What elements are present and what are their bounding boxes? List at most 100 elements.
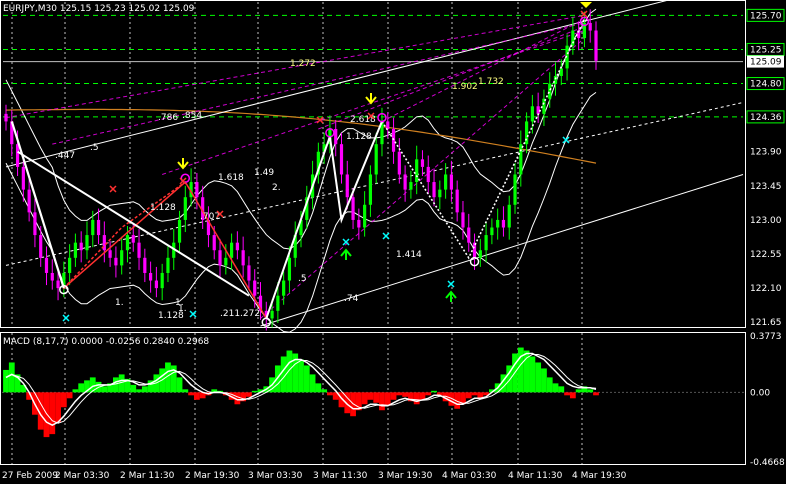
macd-tick-2: -0.4668 [750, 458, 785, 468]
candle-body-7 [44, 257, 49, 273]
red-cross-0 [109, 185, 117, 193]
candle-body-83 [484, 235, 488, 251]
macd-bar-71 [413, 392, 420, 405]
fib-label-12: 1.128 [150, 203, 176, 213]
macd-bar-42 [246, 392, 252, 397]
candle-body-2 [15, 144, 20, 167]
candle-body-78 [455, 189, 459, 213]
price-tick-5: 123.45 [750, 182, 782, 192]
macd-bar-31 [182, 389, 189, 393]
candle-body-66 [386, 121, 390, 130]
price-tick-0: 125.70 [750, 11, 782, 21]
candle-body-15 [91, 219, 95, 236]
candle-body-86 [501, 219, 506, 228]
candle-body-91 [530, 106, 534, 122]
candle-body-30 [177, 219, 182, 243]
channel-bottom [260, 173, 744, 327]
cyan-cross-3 [382, 232, 390, 240]
macd-bar-10 [60, 392, 67, 408]
macd-bar-73 [425, 392, 432, 396]
candle-body-76 [444, 174, 448, 190]
candle-body-27 [160, 272, 164, 289]
candle-body-101 [588, 22, 592, 31]
fib-label-10: 1.49 [254, 168, 274, 178]
fib-label-1: 1.902 [452, 82, 478, 92]
price-tick-6: 123.00 [750, 216, 782, 226]
fib-fan-5 [381, 18, 585, 122]
candle-body-36 [212, 235, 216, 251]
macd-bar-43 [251, 390, 258, 393]
time-tick-8: 4 Mar 11:30 [508, 471, 563, 481]
candle-body-5 [33, 212, 37, 236]
macd-bar-67 [390, 392, 397, 400]
current-price-tag: 125.09 [750, 58, 782, 68]
chart-canvas: 1.2721.902 1.732.786.854 2.6181.128.5.4471… [0, 0, 785, 481]
candle-body-39 [229, 242, 234, 258]
candle-body-43 [253, 280, 257, 296]
macd-bar-81 [471, 392, 478, 396]
time-tick-7: 4 Mar 03:30 [442, 471, 497, 481]
macd-bar-68 [396, 392, 403, 396]
candle-body-57 [334, 129, 338, 145]
fib-label-6: 1.128 [346, 132, 372, 142]
macd-bar-19 [113, 377, 119, 393]
zigzag-red-1 [11, 121, 267, 319]
macd-bar-23 [136, 389, 142, 393]
channel-mid [5, 102, 744, 266]
candle-body-67 [391, 129, 396, 152]
candle-body-72 [420, 159, 425, 167]
candle-body-6 [39, 235, 43, 258]
macd-bar-11 [66, 392, 73, 399]
fib-label-8: .447 [55, 151, 75, 161]
time-tick-9: 4 Mar 19:30 [572, 471, 627, 481]
macd-bar-69 [402, 392, 409, 397]
candle-body-3 [21, 166, 25, 190]
candle-body-82 [478, 250, 482, 258]
macd-bar-55 [321, 389, 328, 393]
macd-bar-101 [587, 389, 594, 393]
macd-bar-12 [72, 389, 79, 393]
candle-body-62 [363, 204, 367, 228]
macd-tick-1: 0.00 [750, 388, 770, 398]
candle-body-73 [426, 166, 430, 183]
macd-bar-96 [558, 386, 565, 393]
candle-body-20 [120, 250, 124, 266]
macd-bar-94 [546, 377, 553, 393]
fib-label-4: .854 [182, 111, 202, 121]
macd-bar-33 [193, 392, 200, 400]
candle-body-22 [131, 235, 135, 243]
macd-bar-30 [176, 377, 183, 393]
macd-bar-1 [8, 362, 15, 393]
candle-body-84 [490, 227, 494, 236]
fib-label-7: .5 [90, 143, 99, 153]
candle-body-8 [50, 272, 54, 281]
fib-label-14: 1.414 [396, 250, 422, 260]
candle-body-9 [56, 280, 60, 289]
fib-label-3: .786 [158, 113, 178, 123]
candle-body-80 [467, 227, 471, 243]
candle-body-38 [224, 257, 228, 266]
candle-body-89 [519, 144, 523, 175]
candle-body-12 [73, 242, 78, 258]
cyan-cross-4 [447, 280, 455, 288]
time-tick-4: 3 Mar 03:30 [248, 471, 303, 481]
candle-body-68 [397, 151, 401, 175]
candle-body-58 [339, 144, 344, 175]
candle-body-41 [241, 250, 245, 266]
time-tick-0: 27 Feb 2009 [2, 471, 58, 481]
macd-bar-91 [529, 356, 536, 393]
candle-body-49 [287, 257, 292, 281]
up-arrow-2 [445, 290, 457, 302]
macd-bar-98 [569, 392, 576, 399]
macd-bar-66 [384, 392, 391, 406]
time-tick-5: 3 Mar 11:30 [313, 471, 368, 481]
fib-label-9: 1.618 [218, 173, 244, 183]
macd-bar-7 [43, 392, 50, 438]
candle-body-88 [513, 174, 517, 205]
macd-bar-49 [286, 350, 293, 393]
candle-body-16 [96, 219, 101, 236]
macd-bar-17 [101, 386, 108, 393]
macd-bar-65 [379, 392, 385, 411]
macd-bar-74 [431, 390, 437, 393]
price-tick-3: 124.36 [750, 113, 782, 123]
